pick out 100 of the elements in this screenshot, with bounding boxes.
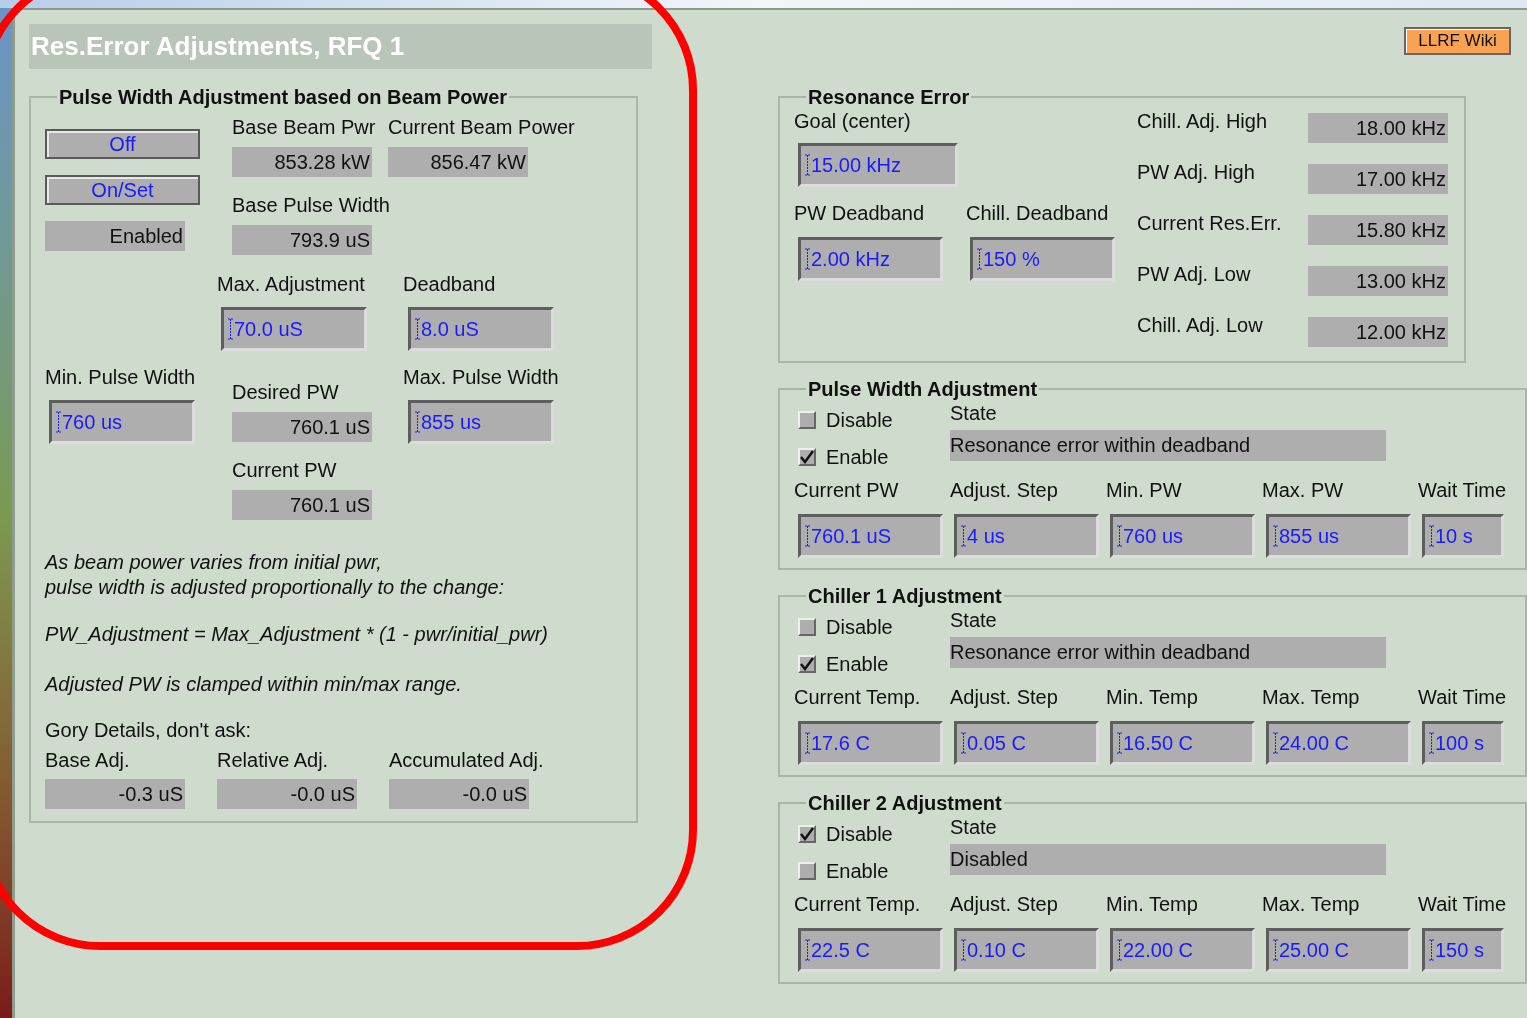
field-label: Base Pulse Width — [232, 193, 390, 217]
group-title: Chiller 1 Adjustment — [807, 584, 1003, 608]
description-text: As beam power varies from initial pwr, pulse width is adjusted proportionally to the change: — [45, 550, 506, 600]
checkbox[interactable] — [798, 654, 816, 673]
readout: 12.00 kHz — [1308, 317, 1448, 347]
input-field[interactable]: 15.00 kHz — [798, 143, 958, 187]
input-field[interactable]: 150 s — [1422, 928, 1504, 972]
group-title: Chiller 2 Adjustment — [807, 791, 1003, 815]
field-label: Chill. Adj. Low — [1137, 313, 1263, 337]
text-cursor-icon — [1429, 939, 1434, 961]
readout: -0.3 uS — [45, 779, 185, 809]
description-text: Adjusted PW is clamped within min/max range. — [45, 672, 463, 697]
field-label: Current PW — [232, 458, 337, 482]
input-field[interactable]: 100 s — [1422, 721, 1504, 765]
group-title: Pulse Width Adjustment — [807, 377, 1039, 401]
field-label: Adjust. Step — [950, 478, 1058, 502]
checkbox-label: Disable — [826, 821, 893, 847]
readout: -0.0 uS — [217, 779, 357, 809]
field-label: Max. Pulse Width — [403, 365, 559, 389]
text-cursor-icon — [805, 248, 810, 270]
text-cursor-icon — [977, 248, 982, 270]
field-label: Wait Time — [1418, 892, 1507, 916]
field-label: Adjust. Step — [950, 685, 1058, 709]
field-label: Max. Adjustment — [217, 272, 365, 296]
text-cursor-icon — [1273, 732, 1278, 754]
checkbox[interactable] — [798, 447, 816, 466]
text-cursor-icon — [961, 525, 966, 547]
field-label: Wait Time — [1418, 478, 1507, 502]
readout: 760.1 uS — [232, 412, 372, 442]
input-field[interactable]: 8.0 uS — [408, 307, 554, 351]
field-label: PW Adj. Low — [1137, 262, 1251, 286]
text-cursor-icon — [805, 525, 810, 547]
checkbox-label: Enable — [826, 858, 889, 884]
field-label: Chill. Adj. High — [1137, 109, 1268, 133]
field-label: Min. Pulse Width — [45, 365, 196, 389]
state-display: Disabled — [950, 844, 1386, 875]
text-cursor-icon — [1117, 525, 1122, 547]
readout: 856.47 kW — [388, 147, 528, 177]
field-label: Relative Adj. — [217, 748, 329, 772]
checkbox-label: Enable — [826, 651, 889, 677]
text-cursor-icon — [1117, 939, 1122, 961]
field-label: Max. Temp — [1262, 685, 1360, 709]
text-cursor-icon — [228, 318, 233, 340]
input-field[interactable]: 2.00 kHz — [798, 237, 943, 281]
checkbox[interactable] — [798, 617, 816, 636]
input-field[interactable]: 760 us — [49, 400, 195, 444]
section-heading: Gory Details, don't ask: — [45, 718, 253, 743]
field-label: Current Temp. — [794, 892, 921, 916]
input-field[interactable]: 22.5 C — [798, 928, 943, 972]
field-label: State — [950, 401, 997, 425]
field-label: Current Res.Err. — [1137, 211, 1282, 235]
field-label: Goal (center) — [794, 109, 911, 133]
field-label: Adjust. Step — [950, 892, 1058, 916]
field-label: Wait Time — [1418, 685, 1507, 709]
field-label: Max. PW — [1262, 478, 1344, 502]
checkbox[interactable] — [798, 861, 816, 880]
checkbox[interactable] — [798, 824, 816, 843]
input-field[interactable]: 0.05 C — [954, 721, 1099, 765]
field-label: Min. PW — [1106, 478, 1182, 502]
input-field[interactable]: 17.6 C — [798, 721, 943, 765]
readout: 760.1 uS — [232, 490, 372, 520]
text-cursor-icon — [1273, 939, 1278, 961]
command-button[interactable]: On/Set — [45, 175, 200, 205]
input-field[interactable]: 10 s — [1422, 514, 1504, 558]
text-cursor-icon — [56, 411, 61, 433]
input-field[interactable]: 760 us — [1110, 514, 1255, 558]
field-label: Min. Temp — [1106, 892, 1198, 916]
group-title: Resonance Error — [807, 85, 971, 109]
command-button[interactable]: Off — [45, 129, 200, 159]
readout: 793.9 uS — [232, 225, 372, 255]
readout: -0.0 uS — [389, 779, 529, 809]
group-title: Pulse Width Adjustment based on Beam Power — [58, 85, 509, 109]
input-field[interactable]: 855 us — [1266, 514, 1411, 558]
input-field[interactable]: 16.50 C — [1110, 721, 1255, 765]
readout: 17.00 kHz — [1308, 164, 1448, 194]
text-cursor-icon — [1429, 525, 1434, 547]
text-cursor-icon — [805, 732, 810, 754]
field-label: Chill. Deadband — [966, 201, 1109, 225]
readout: 15.80 kHz — [1308, 215, 1448, 245]
text-cursor-icon — [805, 154, 810, 176]
input-field[interactable]: 24.00 C — [1266, 721, 1411, 765]
input-field[interactable]: 150 % — [970, 237, 1115, 281]
text-cursor-icon — [805, 939, 810, 961]
text-cursor-icon — [1273, 525, 1278, 547]
wiki-button[interactable]: LLRF Wiki — [1404, 27, 1511, 55]
state-display: Resonance error within deadband — [950, 637, 1386, 668]
input-field[interactable]: 22.00 C — [1110, 928, 1255, 972]
input-field[interactable]: 0.10 C — [954, 928, 1099, 972]
checkbox[interactable] — [798, 410, 816, 429]
field-label: Min. Temp — [1106, 685, 1198, 709]
input-field[interactable]: 760.1 uS — [798, 514, 943, 558]
text-cursor-icon — [961, 939, 966, 961]
input-field[interactable]: 25.00 C — [1266, 928, 1411, 972]
field-label: Current Temp. — [794, 685, 921, 709]
readout: 18.00 kHz — [1308, 113, 1448, 143]
input-field[interactable]: 855 us — [408, 400, 554, 444]
input-field[interactable]: 70.0 uS — [221, 307, 367, 351]
input-field[interactable]: 4 us — [954, 514, 1099, 558]
readout: Enabled — [45, 221, 185, 251]
text-cursor-icon — [961, 732, 966, 754]
